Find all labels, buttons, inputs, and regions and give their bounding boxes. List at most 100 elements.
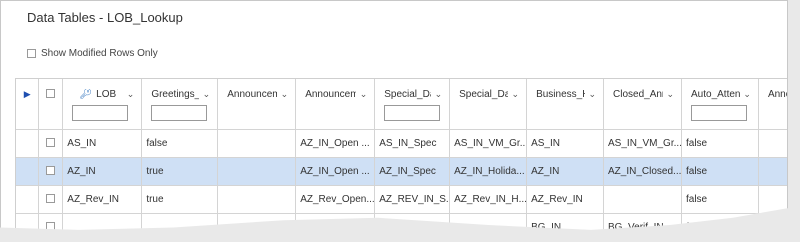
column-header-announcement-3[interactable]: Announceme... ⌄ bbox=[758, 79, 787, 130]
table-cell[interactable] bbox=[217, 213, 297, 230]
row-checkbox[interactable] bbox=[46, 221, 56, 230]
table-cell[interactable]: true bbox=[141, 157, 219, 186]
table-cell[interactable]: AZ_IN_Open ... bbox=[295, 129, 376, 158]
data-grid: ▶ 🔑︎LOB ⌄ Greetings_Ac.. bbox=[15, 78, 787, 230]
table-cell[interactable]: AZ_Rev_IN bbox=[62, 185, 143, 214]
chevron-down-icon[interactable]: ⌄ bbox=[666, 89, 674, 100]
table-cell[interactable]: AZ_Rev_Open... bbox=[295, 185, 376, 214]
chevron-down-icon[interactable]: ⌄ bbox=[360, 89, 368, 100]
table-cell[interactable] bbox=[758, 129, 787, 158]
row-indicator-cell bbox=[16, 185, 40, 214]
column-header-label: Announceme... bbox=[227, 89, 277, 100]
row-indicator-cell bbox=[16, 213, 40, 230]
data-table-panel: Data Tables - LOB_Lookup Show Modified R… bbox=[0, 0, 788, 230]
row-checkbox[interactable] bbox=[46, 165, 56, 175]
table-cell[interactable]: AZ_IN bbox=[62, 157, 143, 186]
filter-input-greetings[interactable] bbox=[151, 105, 208, 121]
table-cell[interactable] bbox=[758, 213, 787, 230]
column-header-label: Closed_Annc bbox=[613, 89, 663, 100]
column-header-label: Auto_Attend... bbox=[691, 89, 740, 100]
table-cell[interactable]: AS_IN bbox=[62, 129, 143, 158]
table-cell[interactable] bbox=[141, 213, 219, 230]
table-cell[interactable]: AZ_IN_Closed... bbox=[603, 157, 682, 186]
play-icon: ▶ bbox=[23, 89, 31, 99]
show-modified-rows-toggle[interactable]: Show Modified Rows Only bbox=[27, 48, 158, 59]
filter-input-special-days-1[interactable] bbox=[384, 105, 441, 121]
row-checkbox[interactable] bbox=[46, 137, 56, 147]
filter-input-auto-attendant[interactable] bbox=[691, 105, 747, 121]
table-cell[interactable]: AS_IN_Spec bbox=[374, 129, 451, 158]
table-cell[interactable]: false bbox=[681, 157, 759, 186]
page-title: Data Tables - LOB_Lookup bbox=[27, 10, 183, 25]
table-row[interactable]: BG_IN_Spec BG_IN BG_Verif_IN_... false bbox=[16, 213, 787, 230]
table-row[interactable]: AS_IN false AZ_IN_Open ... AS_IN_Spec AS… bbox=[16, 129, 787, 158]
table-cell[interactable]: BG_Verif_IN_... bbox=[603, 213, 682, 230]
table-cell[interactable]: false bbox=[681, 129, 759, 158]
column-header-label: Greetings_Ac... bbox=[151, 89, 199, 100]
table-cell[interactable] bbox=[295, 213, 376, 230]
table-cell[interactable]: BG_IN bbox=[526, 213, 605, 230]
table-cell[interactable]: AZ_IN_Open ... bbox=[295, 157, 376, 186]
column-header-special-days-2[interactable]: Special_Days... ⌄ bbox=[449, 79, 528, 130]
header-row: ▶ 🔑︎LOB ⌄ Greetings_Ac.. bbox=[16, 79, 787, 130]
table-cell[interactable]: AZ_IN bbox=[526, 157, 605, 186]
table-cell[interactable]: AZ_REV_IN_S... bbox=[374, 185, 451, 214]
table-cell[interactable]: false bbox=[681, 213, 759, 230]
table-cell[interactable]: BG_IN_Spec bbox=[374, 213, 451, 230]
table-cell[interactable]: AS_IN_VM_Gr... bbox=[449, 129, 528, 158]
row-checkbox[interactable] bbox=[46, 193, 56, 203]
table-cell[interactable]: AS_IN bbox=[526, 129, 605, 158]
table-cell[interactable] bbox=[758, 185, 787, 214]
table-cell[interactable]: false bbox=[141, 129, 219, 158]
column-header-auto-attendant[interactable]: Auto_Attend... ⌄ bbox=[681, 79, 759, 130]
row-select-cell[interactable] bbox=[38, 185, 64, 214]
table-cell[interactable] bbox=[217, 157, 297, 186]
chevron-down-icon[interactable]: ⌄ bbox=[743, 89, 751, 100]
column-header-label: Special_Days... bbox=[459, 89, 508, 100]
column-header-announcement-1[interactable]: Announceme... ⌄ bbox=[217, 79, 297, 130]
table-row[interactable]: AZ_Rev_IN true AZ_Rev_Open... AZ_REV_IN_… bbox=[16, 185, 787, 214]
row-select-cell[interactable] bbox=[38, 157, 64, 186]
row-indicator-cell bbox=[16, 157, 40, 186]
table-cell[interactable]: AZ_Rev_IN_H... bbox=[449, 185, 528, 214]
column-header-closed-annc[interactable]: Closed_Annc ⌄ bbox=[603, 79, 682, 130]
select-all-header[interactable] bbox=[38, 79, 64, 130]
chevron-down-icon[interactable]: ⌄ bbox=[281, 89, 289, 100]
row-select-cell[interactable] bbox=[38, 129, 64, 158]
table-cell[interactable] bbox=[217, 129, 297, 158]
table-cell[interactable]: AZ_IN_Holida... bbox=[449, 157, 528, 186]
column-header-label: Special_Days... bbox=[384, 89, 431, 100]
table-cell[interactable]: true bbox=[141, 185, 219, 214]
table-cell[interactable]: AZ_Rev_IN bbox=[526, 185, 605, 214]
show-modified-checkbox[interactable] bbox=[27, 49, 36, 58]
table-cell[interactable] bbox=[449, 213, 528, 230]
row-indicator-cell bbox=[16, 129, 40, 158]
row-indicator-header: ▶ bbox=[16, 79, 40, 130]
table-cell[interactable]: AS_IN_VM_Gr... bbox=[603, 129, 682, 158]
chevron-down-icon[interactable]: ⌄ bbox=[203, 89, 211, 100]
chevron-down-icon[interactable]: ⌄ bbox=[435, 89, 443, 100]
table-cell[interactable] bbox=[217, 185, 297, 214]
column-header-lob[interactable]: 🔑︎ LOB ⌄ bbox=[62, 79, 143, 130]
select-all-checkbox[interactable] bbox=[46, 89, 56, 98]
key-icon: 🔑︎ bbox=[79, 89, 93, 100]
show-modified-label: Show Modified Rows Only bbox=[41, 48, 158, 59]
column-header-greetings[interactable]: Greetings_Ac... ⌄ bbox=[141, 79, 219, 130]
table-cell[interactable] bbox=[603, 185, 682, 214]
table-cell[interactable]: AZ_IN_Spec bbox=[374, 157, 451, 186]
column-header-label: Announceme... bbox=[305, 89, 356, 100]
column-header-label: Business_Ho... bbox=[536, 89, 585, 100]
chevron-down-icon[interactable]: ⌄ bbox=[127, 89, 135, 100]
filter-input-lob[interactable] bbox=[72, 105, 129, 121]
column-header-special-days-1[interactable]: Special_Days... ⌄ bbox=[374, 79, 451, 130]
column-header-label: Announceme... bbox=[767, 89, 787, 100]
column-header-announcement-2[interactable]: Announceme... ⌄ bbox=[295, 79, 376, 130]
column-header-business-hours[interactable]: Business_Ho... ⌄ bbox=[526, 79, 605, 130]
chevron-down-icon[interactable]: ⌄ bbox=[588, 89, 596, 100]
table-cell[interactable] bbox=[62, 213, 143, 230]
table-cell[interactable] bbox=[758, 157, 787, 186]
table-row-selected[interactable]: AZ_IN true AZ_IN_Open ... AZ_IN_Spec AZ_… bbox=[16, 157, 787, 186]
row-select-cell[interactable] bbox=[38, 213, 64, 230]
chevron-down-icon[interactable]: ⌄ bbox=[512, 89, 520, 100]
table-cell[interactable]: false bbox=[681, 185, 759, 214]
